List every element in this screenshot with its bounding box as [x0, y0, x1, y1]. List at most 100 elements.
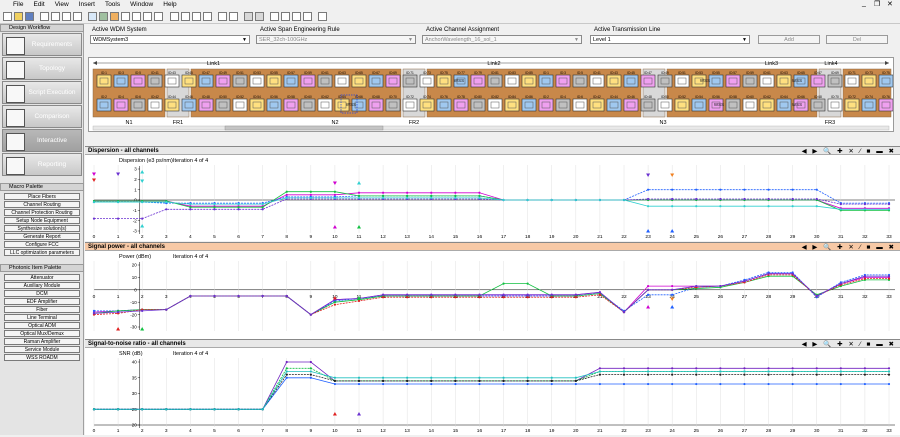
data-point: [478, 376, 481, 379]
route-icon[interactable]: [292, 12, 301, 21]
photonic-raman-amplifier[interactable]: Raman Amplifier: [4, 338, 80, 345]
users-icon[interactable]: [110, 12, 119, 21]
data-point: [285, 367, 288, 370]
menu-window[interactable]: Window: [125, 0, 158, 8]
transmission-line-value: Level 1: [593, 37, 611, 43]
workflow-script-execution[interactable]: Script Execution: [2, 81, 82, 104]
print-icon[interactable]: [40, 12, 49, 21]
save-icon[interactable]: [25, 12, 34, 21]
data-point: [454, 376, 457, 379]
photonic-optical-adm[interactable]: Optical ADM: [4, 322, 80, 329]
photonic-edf-amplifier[interactable]: EDF Amplifier: [4, 298, 80, 305]
device-label: ID:49: [661, 71, 669, 75]
photonic-optical-mux-demux[interactable]: Optical Mux/Demux: [4, 330, 80, 337]
snr-chart[interactable]: SNR (dB) Iteration 4 of 4 20 25 30 35 40 0 1 2 3 4 5…: [85, 348, 900, 435]
x-tick-label: 11: [357, 428, 362, 434]
data-point: [333, 382, 337, 386]
topology-scroll-thumb: [224, 125, 384, 131]
pan-icon[interactable]: [99, 12, 108, 21]
data-point: [671, 288, 674, 291]
menu-help[interactable]: Help: [158, 0, 181, 8]
del-button[interactable]: Del: [826, 35, 888, 44]
close-icon[interactable]: ✕: [887, 0, 893, 10]
view-mode-2-icon[interactable]: [255, 12, 264, 21]
zoom-rect-icon[interactable]: [154, 12, 163, 21]
fit-window-icon[interactable]: [121, 12, 130, 21]
new-icon[interactable]: [3, 12, 12, 21]
macro-generate-report[interactable]: Generate Report: [4, 233, 80, 240]
paste-icon[interactable]: [73, 12, 82, 21]
menu-view[interactable]: View: [50, 0, 74, 8]
zoom-magnify-icon[interactable]: [181, 12, 190, 21]
marker-triangle: [357, 412, 361, 416]
menu-file[interactable]: File: [8, 0, 28, 8]
device-label: ID:48: [202, 95, 210, 99]
zoom-out-icon[interactable]: [143, 12, 152, 21]
zoom-region-icon[interactable]: [203, 12, 212, 21]
pointer-icon[interactable]: [88, 12, 97, 21]
data-point: [887, 370, 891, 373]
macro-setup-node-equipment[interactable]: Setup Node Equipment: [4, 217, 80, 224]
signal-power-chart[interactable]: Power (dBm) Iteration 4 of 4 -30 -20 -10 0 10 2…: [85, 251, 900, 339]
channel-assignment-select[interactable]: AnchorWavelength_16_sol_1 ▼: [422, 35, 582, 44]
unlink-icon[interactable]: [281, 12, 290, 21]
macro-channel-routing[interactable]: Channel Routing: [4, 201, 80, 208]
device-box: [164, 98, 180, 112]
transmission-line-select[interactable]: Level 1 ▼: [590, 35, 750, 44]
signal-power-toolbar[interactable]: ◀ ▶ 🔍 ✚ ✕ ⁄ ■ ▬ ✖: [802, 243, 896, 251]
workflow-topology[interactable]: Topology: [2, 57, 82, 80]
workflow-requirements[interactable]: Requirements: [2, 33, 82, 56]
data-point: [767, 205, 770, 208]
cut-icon[interactable]: [51, 12, 60, 21]
grid-icon[interactable]: [218, 12, 227, 21]
photonic-attenuator[interactable]: Attenuator: [4, 274, 80, 281]
span-rule-select[interactable]: SER_32ch-100GHz ▼: [256, 35, 416, 44]
photonic-wss-roadm[interactable]: WSS ROADM: [4, 354, 80, 361]
macro-place-fibers[interactable]: Place Fibers: [4, 193, 80, 200]
macro-configure-fcc[interactable]: Configure FCC: [4, 241, 80, 248]
menu-edit[interactable]: Edit: [28, 0, 49, 8]
topology-canvas[interactable]: Link1 Link2 Link3 Link4 ID:1 ID:2 ID:3 ID:4 ID:5…: [88, 57, 894, 132]
photonic-fiber[interactable]: Fiber: [4, 306, 80, 313]
node-label: N1: [125, 120, 132, 126]
macro-channel-protection-routing[interactable]: Channel Protection Routing: [4, 209, 80, 216]
macro-synthesize-solutions[interactable]: Synthesize solution(s): [4, 225, 80, 232]
photonic-dcm[interactable]: DCM: [4, 290, 80, 297]
view-mode-1-icon[interactable]: [244, 12, 253, 21]
layout-icon[interactable]: [229, 12, 238, 21]
x-tick-label: 9: [309, 234, 312, 240]
workflow-comparison[interactable]: Comparison: [2, 105, 82, 128]
copy-icon[interactable]: [62, 12, 71, 21]
dispersion-toolbar[interactable]: ◀ ▶ 🔍 ✚ ✕ ⁄ ■ ▬ ✖: [802, 147, 896, 155]
photonic-service-module[interactable]: Service Module: [4, 346, 80, 353]
dispersion-chart[interactable]: Dispersion (e3 ps/nm) Iteration 4 of 4 -3 -…: [85, 155, 900, 241]
workflow-reporting[interactable]: Reporting: [2, 153, 82, 176]
zoom-fit-icon[interactable]: [170, 12, 179, 21]
data-point: [357, 299, 361, 303]
menu-tools[interactable]: Tools: [100, 0, 125, 8]
wdm-system-select[interactable]: WDMSystem3 ▼: [90, 35, 250, 44]
macro-llc-optimization[interactable]: LLC optimization parameters: [4, 249, 80, 256]
snr-toolbar[interactable]: ◀ ▶ 🔍 ✚ ✕ ⁄ ■ ▬ ✖: [802, 340, 896, 348]
open-icon[interactable]: [14, 12, 23, 21]
data-point: [646, 188, 650, 191]
zoom-reduce-icon[interactable]: [192, 12, 201, 21]
menu-insert[interactable]: Insert: [74, 0, 100, 8]
photonic-auxiliary-module[interactable]: Auxiliary Module: [4, 282, 80, 289]
data-point: [213, 203, 216, 206]
data-point: [430, 376, 433, 379]
data-point: [863, 208, 867, 211]
device-label: ID:4: [118, 95, 124, 99]
photonic-line-terminal[interactable]: Line Terminal: [4, 314, 80, 321]
help-icon[interactable]: [318, 12, 327, 21]
zoom-in-icon[interactable]: [132, 12, 141, 21]
data-point: [141, 217, 144, 220]
device-box: [487, 74, 503, 88]
link-icon[interactable]: [270, 12, 279, 21]
device-box: [878, 74, 894, 88]
minimize-icon[interactable]: _: [862, 0, 866, 10]
check-icon[interactable]: [303, 12, 312, 21]
workflow-interactive[interactable]: Interactive: [2, 129, 82, 152]
add-button[interactable]: Add: [758, 35, 820, 44]
restore-icon[interactable]: ❐: [874, 0, 880, 10]
